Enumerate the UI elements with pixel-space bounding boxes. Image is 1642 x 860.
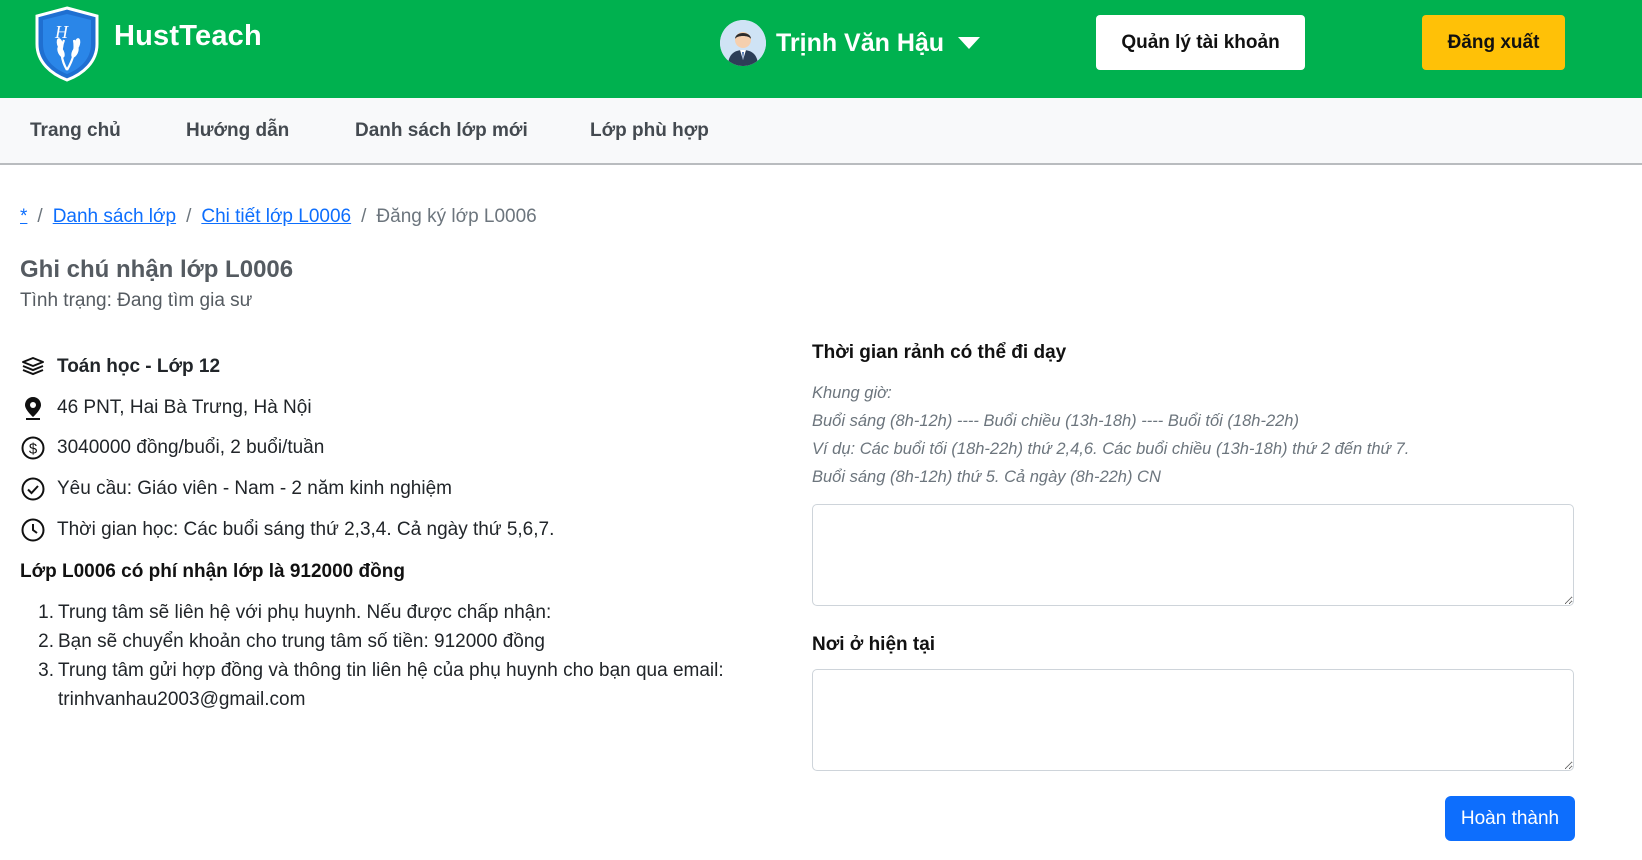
user-avatar-icon [720,20,766,66]
user-menu[interactable]: Trịnh Văn Hậu [720,20,981,66]
class-requirement-row: Yêu cầu: Giáo viên - Nam - 2 năm kinh ng… [20,476,452,502]
list-item: 3. Trung tâm gửi hợp đồng và thông tin li… [38,656,758,685]
breadcrumb-home-link[interactable]: * [20,206,27,228]
nav-item-home[interactable]: Trang chủ [30,120,121,142]
main-nav: Trang chủ Hướng dẫn Danh sách lớp mới Lớ… [0,98,1642,165]
caret-down-icon[interactable] [958,37,981,49]
breadcrumb-class-detail-link[interactable]: Chi tiết lớp L0006 [201,206,351,228]
residence-label: Nơi ở hiện tại [812,634,936,655]
free-time-hint: Ví dụ: Các buổi tối (18h-22h) thứ 2,4,6.… [812,440,1410,458]
class-subject-row: Toán học - Lớp 12 [20,354,220,380]
breadcrumb-class-list-link[interactable]: Danh sách lớp [53,206,176,228]
step-text: Trung tâm sẽ liên hệ với phụ huynh. Nếu … [58,602,552,623]
class-price: 3040000 đồng/buổi, 2 buổi/tuần [57,437,325,458]
clock-icon [20,518,45,543]
list-item-continuation: trinhvanhau2003@gmail.com [58,685,758,714]
class-requirement: Yêu cầu: Giáo viên - Nam - 2 năm kinh ng… [57,478,452,499]
step-text: Trung tâm gửi hợp đồng và thông tin liên… [58,660,724,681]
free-time-hint: Buổi sáng (8h-12h) ---- Buổi chiều (13h-… [812,412,1299,430]
step-text: Bạn sẽ chuyển khoản cho trung tâm số tiề… [58,631,545,652]
page-title: Ghi chú nhận lớp L0006 [20,256,294,283]
list-item: 1. Trung tâm sẽ liên hệ với phụ huynh. Nế… [38,598,758,627]
avatar [720,20,766,66]
residence-textarea[interactable] [812,669,1574,771]
submit-button[interactable]: Hoàn thành [1445,796,1575,841]
fee-note: Lớp L0006 có phí nhận lớp là 912000 đồng [20,561,405,582]
breadcrumb-current: Đăng ký lớp L0006 [376,206,537,227]
contact-email: trinhvanhau2003@gmail.com [58,689,306,710]
logo-letter: H [54,22,69,42]
free-time-hint: Buổi sáng (8h-12h) thứ 5. Cả ngày (8h-22… [812,468,1161,486]
svg-text:$: $ [28,441,37,458]
class-status: Tình trạng: Đang tìm gia sư [20,290,253,311]
class-address: 46 PNT, Hai Bà Trưng, Hà Nội [57,397,312,418]
location-pin-icon [20,396,45,421]
class-schedule-row: Thời gian học: Các buổi sáng thứ 2,3,4. … [20,517,554,543]
breadcrumb-separator: / [186,206,192,227]
nav-item-matching-classes[interactable]: Lớp phù hợp [590,120,709,142]
breadcrumb-separator: / [361,206,367,227]
nav-item-new-classes[interactable]: Danh sách lớp mới [355,120,528,142]
check-circle-icon [20,477,45,502]
steps-list: 1. Trung tâm sẽ liên hệ với phụ huynh. Nế… [38,598,758,714]
free-time-textarea[interactable] [812,504,1574,606]
class-address-row: 46 PNT, Hai Bà Trưng, Hà Nội [20,395,312,421]
list-item: 2. Bạn sẽ chuyển khoản cho trung tâm số t… [38,627,758,656]
top-header: H HustTeach Trịnh Văn Hậu Quản lý tài kh… [0,0,1642,98]
class-schedule: Thời gian học: Các buổi sáng thứ 2,3,4. … [57,519,555,540]
class-subject: Toán học - Lớp 12 [57,356,221,377]
free-time-label: Thời gian rảnh có thể đi dạy [812,342,1067,363]
free-time-hint: Khung giờ: [812,384,892,402]
breadcrumb: * / Danh sách lớp / Chi tiết lớp L0006 /… [20,206,537,228]
books-icon [20,355,45,380]
account-management-button[interactable]: Quản lý tài khoản [1096,15,1305,70]
class-price-row: $ 3040000 đồng/buổi, 2 buổi/tuần [20,435,324,461]
user-name: Trịnh Văn Hậu [776,28,945,57]
nav-item-guide[interactable]: Hướng dẫn [186,120,289,142]
breadcrumb-separator: / [37,206,43,227]
logo-shield-icon[interactable]: H [33,6,101,82]
dollar-circle-icon: $ [20,436,45,461]
logout-button[interactable]: Đăng xuất [1422,15,1565,70]
brand-name[interactable]: HustTeach [114,20,262,53]
